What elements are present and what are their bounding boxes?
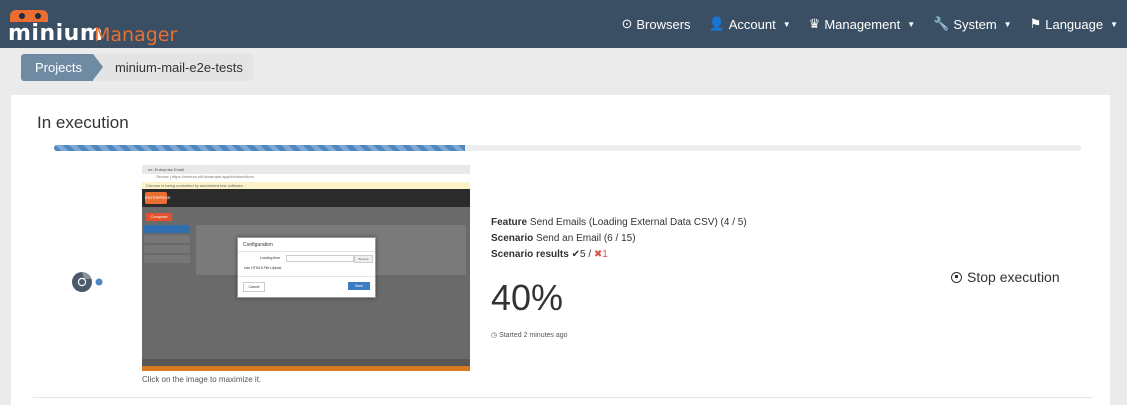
screenshot-compose-button: Compose: [146, 213, 172, 221]
flag-icon: ⚑: [1029, 16, 1042, 31]
screenshot-dialog-browse: Browse: [354, 255, 373, 263]
page-title: In execution: [37, 113, 129, 132]
nav-browsers[interactable]: ⊙ Browsers: [612, 16, 699, 32]
chevron-down-icon: ▼: [907, 19, 916, 29]
started-time: ◷ Started 2 minutes ago: [491, 331, 568, 339]
screenshot-dialog-save: Save: [348, 282, 370, 290]
results-failed: 1: [602, 249, 608, 260]
screenshot-info-bar: Chrome is being controlled by automated …: [142, 182, 470, 189]
screenshot-footer-strip: [142, 366, 470, 371]
nav-management-label: Management: [824, 16, 901, 32]
nav-language-label: Language: [1045, 16, 1104, 32]
screenshot-tab-title: ee: Enterprise Email: [148, 167, 185, 172]
feature-row: Feature Send Emails (Loading External Da…: [491, 215, 747, 231]
stop-execution-button[interactable]: Stop execution: [951, 269, 1060, 285]
clock-icon: ◷: [491, 332, 498, 339]
feature-value: Send Emails (Loading External Data CSV) …: [529, 217, 747, 228]
screenshot-dialog-html5: Use HTML5 File Upload: [244, 266, 282, 270]
feature-label: Feature: [491, 217, 528, 228]
screenshot-url: Secure | https://minium.vilt.io/sample-a…: [156, 174, 254, 179]
execution-progress-bar: [54, 145, 1081, 151]
brand-minium-text: minium: [8, 21, 104, 46]
scenario-label: Scenario: [491, 233, 534, 244]
results-passed: 5: [579, 249, 586, 260]
progress-fill: [54, 145, 465, 151]
check-icon: ✔: [571, 249, 580, 260]
browser-screenshot[interactable]: ee: Enterprise Email Secure | https://mi…: [142, 165, 470, 371]
nav-menu: ⊙ Browsers 👤 Account ▼ ♛ Management ▼ 🔧 …: [612, 0, 1127, 48]
screenshot-app-header: ENTERPRISE: [142, 189, 470, 207]
scenario-row: Scenario Send an Email (6 / 15): [491, 231, 747, 247]
results-separator: /: [588, 249, 592, 260]
nav-language[interactable]: ⚑ Language ▼: [1021, 16, 1127, 32]
screenshot-dialog-input: [286, 255, 354, 262]
brand-manager-text: Manager: [94, 24, 178, 46]
stop-execution-label: Stop execution: [967, 269, 1060, 285]
stop-circle-icon: [951, 271, 962, 283]
results-row: Scenario results ✔5 / ✖1: [491, 247, 747, 263]
nav-browsers-label: Browsers: [636, 16, 691, 32]
nav-management[interactable]: ♛ Management ▼: [800, 16, 924, 32]
screenshot-app: ENTERPRISE Compose Configuration Loading…: [142, 189, 470, 371]
screenshot-sidebar: [144, 225, 190, 275]
king-icon: ♛: [808, 16, 821, 31]
screenshot-dialog-cancel: Cancel: [243, 282, 265, 292]
nav-system[interactable]: 🔧 System ▼: [924, 16, 1020, 32]
progress-percent: 40%: [491, 277, 564, 318]
nav-system-label: System: [953, 16, 997, 32]
chrome-icon: [72, 272, 103, 292]
chevron-down-icon: ▼: [782, 19, 791, 29]
chevron-down-icon: ▼: [1003, 19, 1012, 29]
divider: [33, 397, 1093, 398]
top-navbar: minium Manager ⊙ Browsers 👤 Account ▼ ♛ …: [0, 0, 1127, 48]
started-text: Started 2 minutes ago: [499, 332, 568, 339]
user-icon: 👤: [708, 16, 725, 31]
play-circle-icon: ⊙: [621, 16, 633, 31]
nav-account-label: Account: [728, 16, 776, 32]
screenshot-info-text: Chrome is being controlled by automated …: [146, 183, 244, 188]
breadcrumb-bar: Projects minium-mail-e2e-tests: [0, 48, 1127, 86]
nav-account[interactable]: 👤 Account ▼: [700, 16, 800, 32]
screenshot-config-dialog: Configuration Loading time Browse Use HT…: [237, 237, 376, 298]
screenshot-dialog-title: Configuration: [243, 242, 273, 248]
screenshot-app-body: Compose Configuration Loading time Brows…: [142, 207, 470, 359]
wrench-icon: 🔧: [933, 16, 950, 31]
execution-panel: In execution ee: Enterprise Email Secure…: [11, 95, 1110, 405]
screenshot-caption: Click on the image to maximize it.: [142, 375, 262, 384]
screenshot-app-logo: ENTERPRISE: [145, 192, 171, 204]
breadcrumb: Projects minium-mail-e2e-tests: [21, 54, 253, 81]
scenario-value: Send an Email (6 / 15): [536, 233, 636, 244]
results-label: Scenario results: [491, 249, 569, 260]
chevron-down-icon: ▼: [1110, 19, 1118, 29]
execution-details: Feature Send Emails (Loading External Da…: [491, 215, 747, 263]
breadcrumb-current: minium-mail-e2e-tests: [92, 54, 253, 81]
screenshot-tab-bar: ee: Enterprise Email: [142, 165, 470, 174]
screenshot-dialog-loading: Loading time: [260, 256, 281, 260]
breadcrumb-projects[interactable]: Projects: [21, 54, 103, 81]
